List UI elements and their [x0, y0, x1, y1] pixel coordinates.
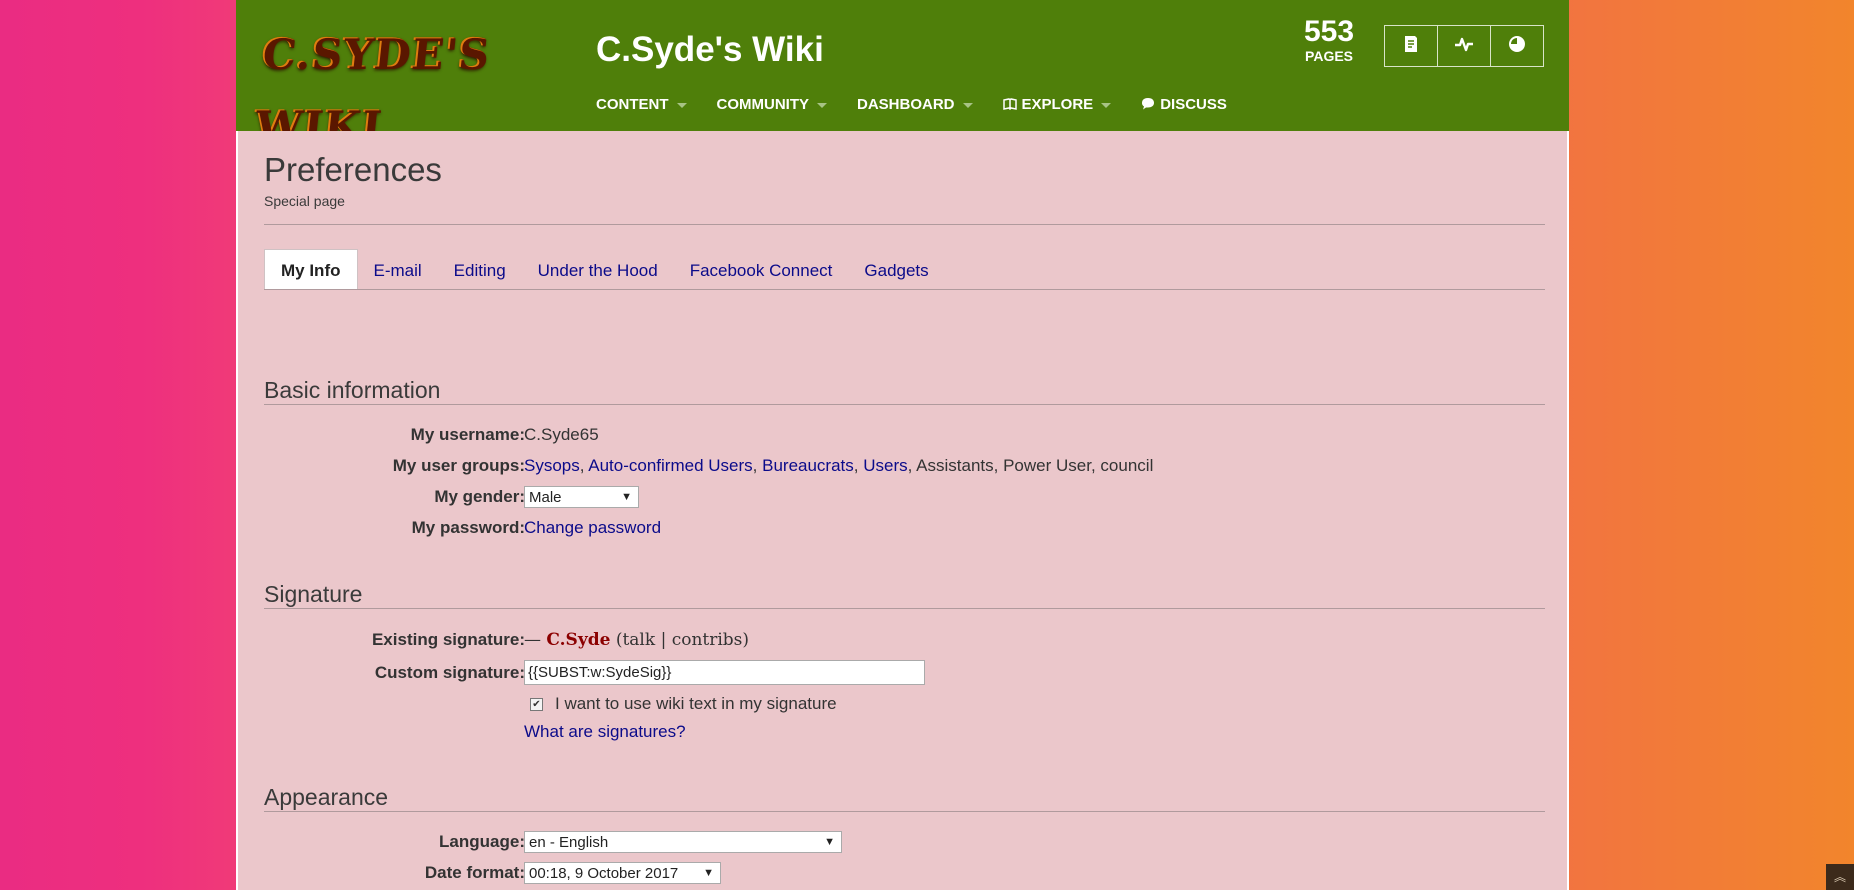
dropdown-arrow-icon: ▼ [824, 836, 835, 848]
appearance-section: Appearance [264, 783, 1545, 812]
pages-count-number: 553 [1304, 15, 1355, 48]
section-heading-basic: Basic information [264, 377, 441, 403]
gender-select-value: Male [529, 489, 562, 506]
signature-section: Signature [264, 580, 1545, 609]
tab-my-info[interactable]: My Info [264, 249, 358, 289]
signature-name[interactable]: C.Syde [546, 630, 610, 650]
signature-dash: — [524, 630, 541, 650]
date-format-select-value: 00:18, 9 October 2017 [529, 865, 679, 882]
date-format-label: Date format: [424, 863, 525, 882]
user-groups-label: My user groups: [392, 456, 525, 475]
scroll-to-top-button[interactable]: ︽ [1826, 864, 1854, 890]
activity-icon [1453, 33, 1475, 60]
chevron-down-icon [817, 103, 827, 108]
section-heading-appearance: Appearance [264, 784, 389, 810]
nav-dashboard[interactable]: DASHBOARD [857, 96, 973, 113]
group-power-user: Power User [1003, 456, 1091, 475]
tab-under-the-hood[interactable]: Under the Hood [522, 249, 674, 288]
group-link-sysops[interactable]: Sysops [524, 456, 580, 475]
preferences-tabs: My Info E-mail Editing Under the Hood Fa… [264, 249, 1545, 290]
username-value: C.Syde65 [524, 425, 599, 444]
nav-explore[interactable]: EXPLORE [1002, 96, 1112, 113]
page-content-area: Preferences Special page My Info E-mail … [236, 131, 1569, 890]
gender-select-wrap: Male ▼ [524, 486, 639, 508]
divider [264, 224, 1545, 225]
date-format-select[interactable]: 00:18, 9 October 2017 ▼ [524, 862, 721, 884]
group-assistants: Assistants [916, 456, 994, 475]
nav-content[interactable]: CONTENT [596, 96, 687, 113]
add-page-icon [1400, 33, 1422, 60]
nav-content-label: CONTENT [596, 96, 669, 113]
chevron-down-icon [676, 103, 687, 108]
group-link-users[interactable]: Users [863, 456, 907, 475]
password-label: My password: [411, 518, 525, 537]
page-subtitle: Special page [264, 193, 345, 209]
add-page-button[interactable] [1384, 25, 1438, 67]
pages-count-label: PAGES [1305, 48, 1354, 64]
page-title: Preferences [264, 151, 442, 188]
wiki-title[interactable]: C.Syde's Wiki [596, 30, 824, 70]
nav-community[interactable]: COMMUNITY [716, 96, 827, 113]
group-council: council [1100, 456, 1154, 475]
change-password-link[interactable]: Change password [524, 518, 661, 537]
nav-discuss-label: DISCUSS [1160, 96, 1227, 113]
chevron-down-icon [962, 103, 973, 108]
tab-gadgets[interactable]: Gadgets [848, 249, 944, 288]
existing-signature-label: Existing signature: [371, 630, 525, 649]
double-chevron-up-icon: ︽ [1833, 870, 1846, 884]
pages-counter: 553 PAGES [1304, 15, 1355, 65]
wikitext-checkbox[interactable]: ✔ [530, 698, 543, 712]
header-buttons [1384, 25, 1544, 67]
nav-discuss[interactable]: DISCUSS [1141, 96, 1227, 113]
what-are-signatures-link[interactable]: What are signatures? [524, 722, 686, 741]
dropdown-arrow-icon: ▼ [703, 867, 714, 879]
dropdown-arrow-icon: ▼ [621, 491, 632, 503]
wiki-header: C.SYDE'S WIKI C.Syde's Wiki CONTENT COMM… [236, 0, 1569, 150]
discussions-icon [1506, 33, 1528, 60]
tab-editing[interactable]: Editing [438, 249, 522, 288]
group-link-autoconfirmed[interactable]: Auto-confirmed Users [588, 456, 752, 475]
user-groups-value: Sysops, Auto-confirmed Users, Bureaucrat… [524, 456, 1154, 475]
tab-email[interactable]: E-mail [358, 249, 438, 288]
preferences-content: Preferences Special page My Info E-mail … [264, 131, 1545, 884]
gender-label: My gender: [434, 487, 525, 506]
wikitext-checkbox-label: I want to use wiki text in my signature [555, 694, 837, 713]
nav-explore-label: EXPLORE [1021, 96, 1094, 113]
custom-signature-input[interactable] [524, 660, 925, 685]
background-stripe [0, 0, 236, 890]
wiki-logo[interactable]: C.SYDE'S WIKI [252, 18, 578, 150]
book-icon [1002, 97, 1017, 113]
activity-button[interactable] [1437, 25, 1491, 67]
language-select-value: en - English [529, 834, 609, 851]
group-link-bureaucrats[interactable]: Bureaucrats [762, 456, 854, 475]
section-heading-signature: Signature [264, 581, 363, 607]
basic-info-section: Basic information [264, 376, 1545, 405]
wiki-nav: CONTENT COMMUNITY DASHBOARD EXPLORE DISC… [596, 96, 1257, 113]
divider [264, 404, 1545, 405]
language-label: Language: [439, 832, 525, 851]
language-select[interactable]: en - English ▼ [524, 831, 842, 853]
nav-dashboard-label: DASHBOARD [857, 96, 955, 113]
chevron-down-icon [1101, 103, 1112, 108]
username-label: My username: [410, 425, 525, 444]
custom-signature-label: Custom signature: [374, 663, 525, 682]
divider [264, 811, 1545, 812]
gender-select[interactable]: Male ▼ [524, 486, 639, 508]
tab-facebook-connect[interactable]: Facebook Connect [674, 249, 849, 288]
nav-community-label: COMMUNITY [716, 96, 810, 113]
signature-talk-contribs[interactable]: (talk | contribs) [616, 630, 749, 650]
divider [264, 608, 1545, 609]
discussions-button[interactable] [1490, 25, 1544, 67]
speech-bubble-icon [1141, 97, 1155, 113]
existing-signature-value: — C.Syde (talk | contribs) [524, 629, 749, 651]
